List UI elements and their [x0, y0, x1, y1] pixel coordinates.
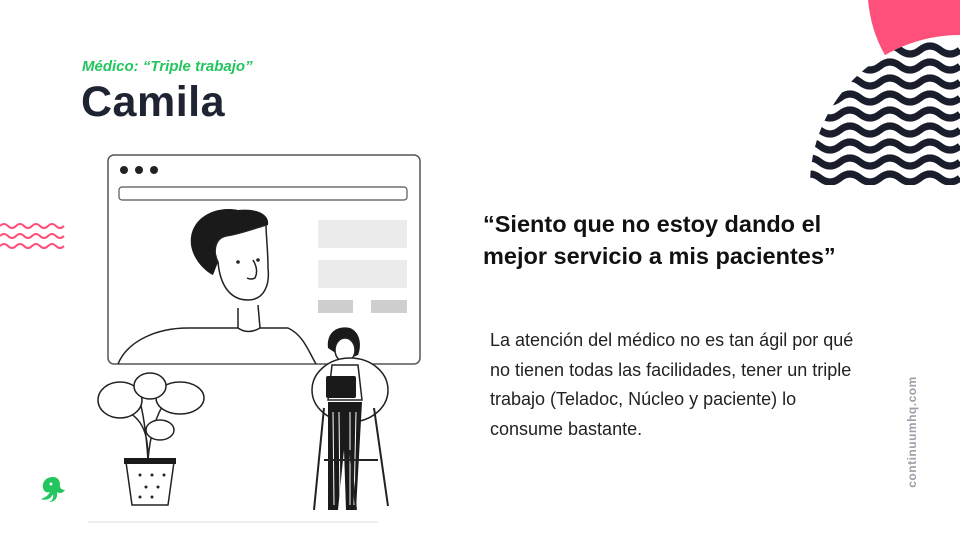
browser-window-illustration: [107, 154, 421, 365]
brand-url-text: continuumhq.com: [905, 376, 919, 488]
video-call-illustration: [88, 154, 421, 523]
persona-quote: “Siento que no estoy dando el mejor serv…: [483, 211, 836, 269]
wavy-stripes: [810, 35, 960, 185]
persona-subtitle: Médico: “Triple trabajo”: [82, 58, 253, 75]
persona-name-title: Camila: [81, 78, 226, 126]
continuum-logo-icon: [41, 477, 65, 502]
persona-description: La atención del médico no es tan ágil po…: [490, 330, 854, 439]
corner-wave-decoration: [810, 0, 960, 185]
pink-wave-lines: [0, 223, 65, 249]
potted-plant-illustration: [97, 372, 205, 506]
